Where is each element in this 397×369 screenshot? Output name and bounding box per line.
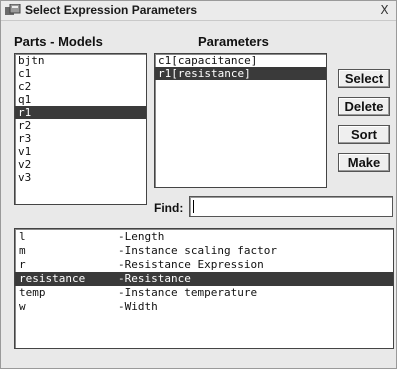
parts-list-item[interactable]: r2 — [15, 119, 146, 132]
parameters-list-item[interactable]: c1[capacitance] — [155, 54, 326, 67]
parts-list-item[interactable]: r1 — [15, 106, 146, 119]
delete-button[interactable]: Delete — [338, 97, 390, 116]
parameter-description: -Length — [118, 230, 165, 243]
parameter-description: -Instance scaling factor — [118, 244, 277, 257]
parameter-name: m — [19, 244, 26, 257]
parts-list-item[interactable]: q1 — [15, 93, 146, 106]
find-label: Find: — [154, 201, 184, 215]
parameter-name: resistance — [19, 272, 86, 285]
parameter-name: l — [19, 230, 26, 243]
parameter-row[interactable]: resistance -Resistance — [15, 272, 393, 286]
parts-models-list[interactable]: bjtn c1 c2 q1 r1 r2 r3 v1 v2 v3 — [14, 53, 147, 205]
parameter-name: r — [19, 258, 26, 271]
window-title: Select Expression Parameters — [25, 3, 198, 17]
sort-button[interactable]: Sort — [338, 125, 390, 144]
parameter-description: -Resistance — [118, 272, 191, 285]
parts-models-header: Parts - Models — [14, 34, 103, 49]
parameter-row[interactable]: r -Resistance Expression — [15, 258, 393, 272]
parameter-row[interactable]: temp -Instance temperature — [15, 286, 393, 300]
parameter-description: -Instance temperature — [118, 286, 258, 299]
parameter-row[interactable]: l -Length — [15, 230, 393, 244]
parameter-name: temp — [19, 286, 46, 299]
make-button[interactable]: Make — [338, 153, 390, 172]
parameter-row[interactable]: w -Width — [15, 300, 393, 314]
text-caret — [193, 200, 194, 213]
title-bar[interactable]: Select Expression Parameters X — [1, 1, 396, 21]
parameter-name: w — [19, 300, 26, 313]
parts-list-item[interactable]: v2 — [15, 158, 146, 171]
find-input[interactable] — [189, 196, 393, 217]
app-icon — [5, 4, 21, 15]
parameters-list-item[interactable]: r1[resistance] — [155, 67, 326, 80]
parts-list-item[interactable]: v3 — [15, 171, 146, 184]
dialog-window: Select Expression Parameters X Parts - M… — [0, 0, 397, 369]
parameter-description: -Resistance Expression — [118, 258, 264, 271]
parts-list-item[interactable]: bjtn — [15, 54, 146, 67]
parts-list-item[interactable]: c2 — [15, 80, 146, 93]
parameter-description-list[interactable]: l -Length m -Instance scaling factor r -Resis… — [14, 228, 394, 349]
parts-list-item[interactable]: r3 — [15, 132, 146, 145]
select-button[interactable]: Select — [338, 69, 390, 88]
parameters-list[interactable]: c1[capacitance] r1[resistance] — [154, 53, 327, 188]
parameter-description: -Width — [118, 300, 158, 313]
parts-list-item[interactable]: v1 — [15, 145, 146, 158]
parameters-header: Parameters — [198, 34, 269, 49]
parameter-row[interactable]: m -Instance scaling factor — [15, 244, 393, 258]
close-button[interactable]: X — [378, 3, 391, 17]
parts-list-item[interactable]: c1 — [15, 67, 146, 80]
